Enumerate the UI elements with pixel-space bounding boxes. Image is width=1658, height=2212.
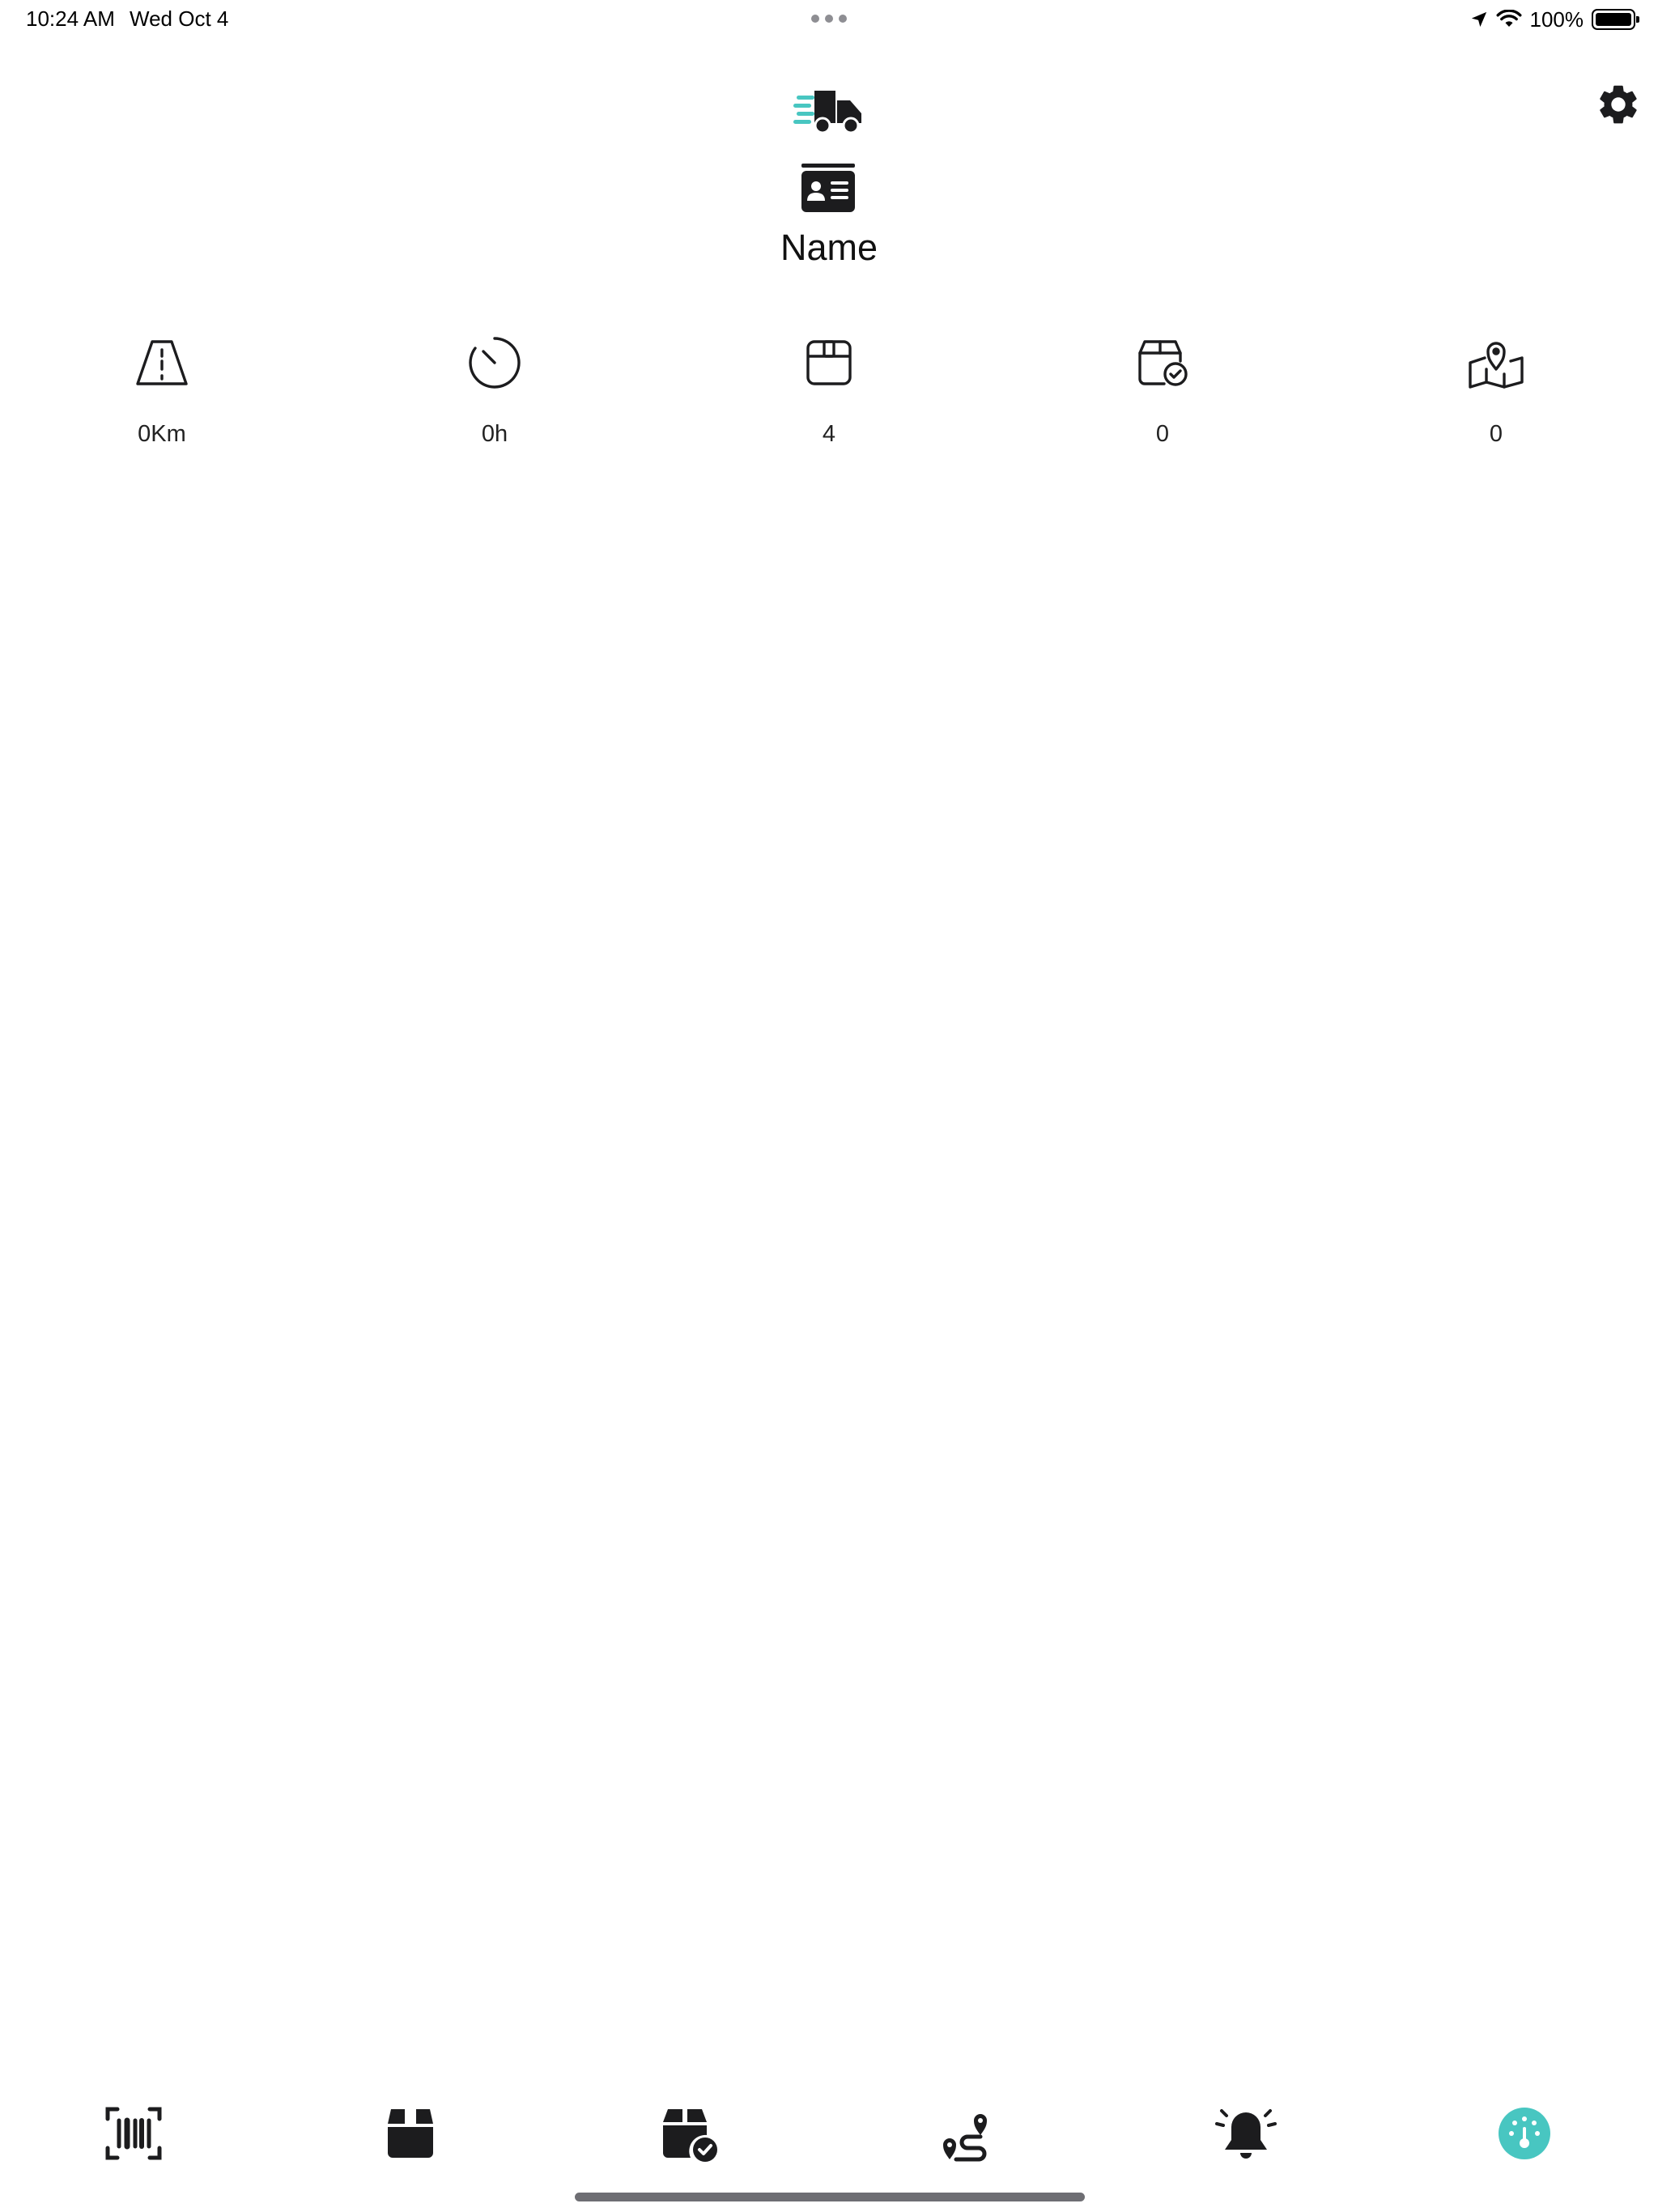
dashboard-screen: 10:24 AM Wed Oct 4 100% Name 0Km 0h 4 0 … (0, 0, 1658, 2212)
battery-percentage: 100% (1529, 6, 1584, 32)
package-icon (388, 2109, 433, 2158)
gear-icon[interactable] (1595, 81, 1642, 128)
status-date: Wed Oct 4 (130, 6, 229, 31)
wifi-icon (1496, 10, 1521, 27)
multitasking-dots-icon[interactable] (811, 13, 847, 24)
id-card-icon (801, 164, 855, 212)
timer-icon (469, 337, 521, 389)
status-time: 10:24 AM (26, 6, 115, 31)
stat-distance-value: 0Km (138, 421, 186, 447)
tab-scan[interactable] (97, 2097, 170, 2170)
barcode-scan-icon (105, 2107, 162, 2160)
stat-packages-value: 4 (822, 421, 836, 447)
stat-time-value: 0h (481, 421, 508, 447)
delivery-truck-icon (793, 91, 861, 134)
stats-row: 0Km 0h 4 0 0 (0, 334, 1658, 455)
driver-name: Name (780, 227, 878, 268)
tab-bar (0, 2097, 1658, 2170)
location-arrow-icon (1471, 11, 1486, 28)
home-indicator[interactable] (575, 2193, 1085, 2201)
stat-delivered-value: 0 (1155, 421, 1170, 447)
tab-route[interactable] (931, 2097, 1004, 2170)
package-icon (806, 340, 852, 385)
dashboard-gauge-icon (1499, 2108, 1550, 2159)
package-delivered-icon (663, 2109, 717, 2162)
stat-packages: 4 (748, 334, 910, 448)
stat-time: 0h (414, 334, 576, 448)
package-delivered-icon (1138, 340, 1188, 386)
tab-dashboard[interactable] (1488, 2097, 1561, 2170)
battery-icon (1592, 9, 1639, 30)
tab-packages[interactable] (374, 2097, 447, 2170)
status-indicators: 100% (1470, 6, 1639, 32)
tab-alerts[interactable] (1209, 2097, 1282, 2170)
status-bar: 10:24 AM Wed Oct 4 100% (0, 0, 1658, 39)
alarm-bell-icon (1215, 2109, 1277, 2159)
route-icon (943, 2114, 987, 2162)
stat-distance: 0Km (81, 334, 243, 448)
map-pin-icon (1469, 342, 1524, 389)
stat-stops: 0 (1415, 334, 1577, 448)
stat-delivered: 0 (1082, 334, 1244, 448)
stat-stops-value: 0 (1489, 421, 1503, 447)
tab-delivered[interactable] (653, 2097, 725, 2170)
road-icon (136, 340, 188, 385)
